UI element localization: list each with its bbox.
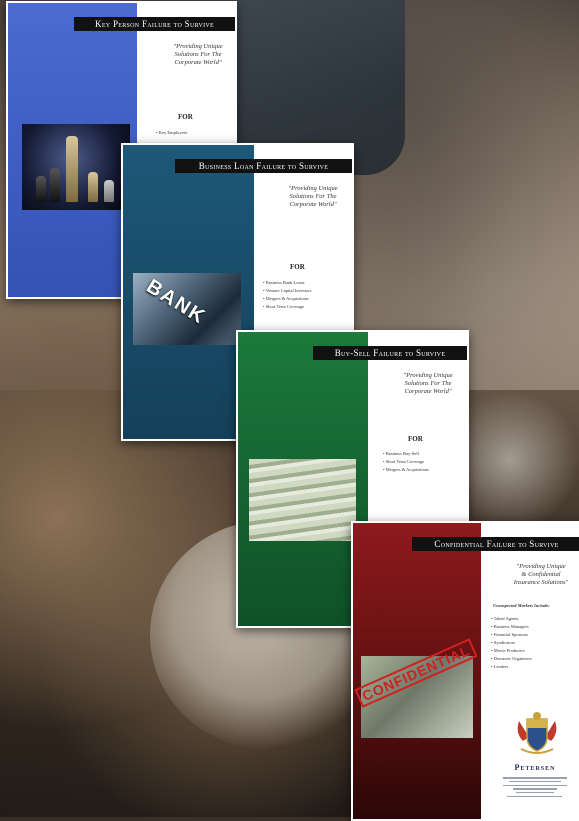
brochure-title: Key Person Failure to Survive bbox=[74, 17, 235, 31]
brochure-title: Confidential Failure to Survive bbox=[412, 537, 579, 551]
list-item: Mergers & Acquisitions bbox=[263, 295, 311, 303]
firm-name: Petersen bbox=[514, 763, 556, 772]
firm-address-fineprint bbox=[503, 775, 567, 800]
list-item: Short Term Coverage bbox=[383, 458, 429, 466]
list-item: Syndicators bbox=[491, 639, 532, 647]
list-item: Business Buy-Sell bbox=[383, 450, 429, 458]
brochure-for-label: FOR bbox=[408, 435, 423, 443]
list-item: Movie Producers bbox=[491, 647, 532, 655]
brochure-tagline: "Providing Unique Solutions For The Corp… bbox=[288, 185, 338, 208]
list-item: Business Bank Loans bbox=[263, 279, 311, 287]
list-item: Mergers & Acquisitions bbox=[383, 466, 429, 474]
brochure-subhead: Unsuspected Markets Include: bbox=[493, 603, 550, 608]
list-item: Venture Capital Investors bbox=[263, 287, 312, 295]
list-item: Key Employees bbox=[156, 129, 188, 137]
bank-building-photo: BANK bbox=[133, 273, 241, 345]
brochure-confidential[interactable]: Confidential Failure to Survive "Providi… bbox=[351, 521, 579, 821]
brochure-title: Buy-Sell Failure to Survive bbox=[313, 346, 467, 360]
brochure-item-list: Business Bank Loans Venture Capital Inve… bbox=[263, 279, 312, 311]
list-item: Financial Sponsors bbox=[491, 631, 532, 639]
list-item: Domestic Organizers bbox=[491, 655, 532, 663]
brochure-tagline: "Providing Unique Solutions For The Corp… bbox=[403, 372, 453, 395]
brochure-item-list: Talent Agents Business Managers Financia… bbox=[491, 615, 532, 671]
brochure-for-label: FOR bbox=[178, 113, 193, 121]
list-item: Talent Agents bbox=[491, 615, 532, 623]
brochure-tagline: "Providing Unique & Confidential Insuran… bbox=[513, 563, 569, 586]
list-item: Short Term Coverage bbox=[263, 303, 311, 311]
brochure-title: Business Loan Failure to Survive bbox=[175, 159, 352, 173]
brochure-for-label: FOR bbox=[290, 263, 305, 271]
brochure-tagline: "Providing Unique Solutions For The Corp… bbox=[173, 43, 223, 66]
crest-logo-icon bbox=[517, 712, 557, 754]
brochure-item-list: Key Employees bbox=[156, 129, 188, 137]
money-stack-photo bbox=[249, 459, 356, 541]
bank-sign-text: BANK bbox=[142, 275, 210, 329]
list-item: Lenders bbox=[491, 663, 532, 671]
chess-photo bbox=[22, 124, 130, 210]
brochure-item-list: Business Buy-Sell Short Term Coverage Me… bbox=[383, 450, 429, 474]
list-item: Business Managers bbox=[491, 623, 532, 631]
